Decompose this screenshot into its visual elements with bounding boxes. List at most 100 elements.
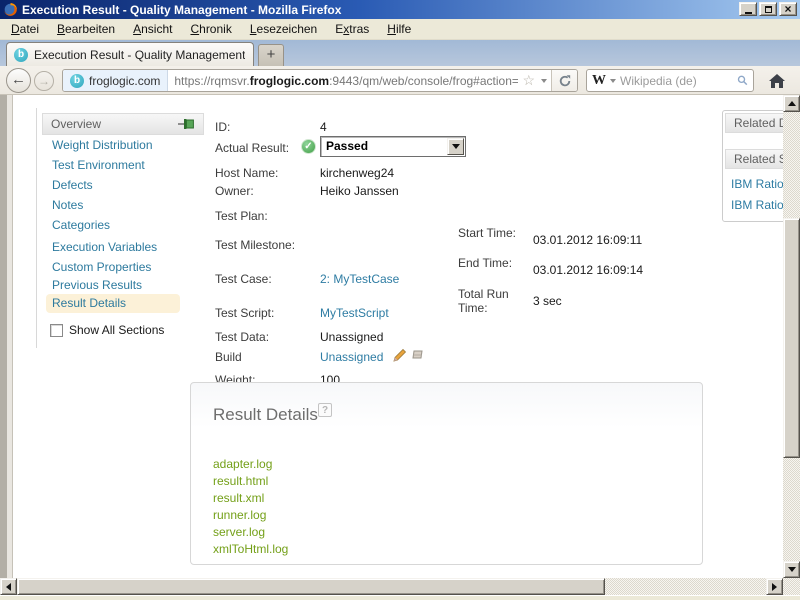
restore-icon (765, 6, 772, 13)
menu-hilfe[interactable]: Hilfe (378, 22, 420, 36)
file-link-runner-log[interactable]: runner.log (213, 507, 288, 524)
site-identity-box[interactable]: b froglogic.com (63, 70, 168, 91)
window-titlebar[interactable]: Execution Result - Quality Management - … (0, 0, 800, 19)
host-name-label: Host Name: (215, 166, 278, 180)
start-time-label: Start Time: (458, 226, 522, 240)
froglogic-favicon: b (14, 48, 28, 62)
menu-chronik[interactable]: Chronik (181, 22, 240, 36)
id-value: 4 (320, 120, 327, 134)
ibm-rational-link[interactable]: IBM Ratio (731, 177, 783, 191)
field-row-build: Build Unassigned (0, 350, 720, 368)
host-name-value: kirchenweg24 (320, 166, 394, 180)
field-row-test-data: Test Data: Unassigned (0, 330, 720, 348)
home-icon (768, 73, 786, 89)
ibm-rational-link[interactable]: IBM Ratio (731, 198, 783, 212)
search-engine-dropdown-icon[interactable] (610, 79, 616, 83)
page-content: Overview Weight Distribution Test Enviro… (0, 95, 783, 578)
test-milestone-label: Test Milestone: (215, 238, 295, 252)
home-button[interactable] (762, 68, 792, 93)
scroll-right-button[interactable] (766, 578, 783, 595)
arrow-right-icon (772, 583, 777, 591)
restore-button[interactable] (759, 2, 777, 16)
total-run-time-label: Total Run Time: (458, 287, 522, 315)
bookmark-dropdown-icon[interactable] (541, 79, 547, 83)
result-file-list: adapter.log result.html result.xml runne… (213, 456, 288, 558)
tab-strip: b Execution Result - Quality Management … (0, 40, 800, 66)
horizontal-scroll-thumb[interactable] (17, 578, 605, 595)
test-data-value: Unassigned (320, 330, 383, 344)
chevron-down-icon (452, 144, 460, 149)
menu-datei[interactable]: Datei (2, 22, 48, 36)
test-case-link[interactable]: 2: MyTestCase (320, 272, 399, 286)
actual-result-select[interactable]: Passed (320, 136, 466, 157)
wikipedia-engine-icon[interactable]: W (592, 73, 606, 89)
search-input[interactable] (620, 74, 737, 88)
reload-button[interactable] (551, 70, 577, 91)
close-button[interactable]: × (779, 2, 797, 16)
minimize-button[interactable] (739, 2, 757, 16)
back-button[interactable]: ← (6, 68, 31, 93)
related-panel: Related D Related S IBM Ratio IBM Ratio (722, 110, 783, 222)
tab-execution-result[interactable]: b Execution Result - Quality Management (6, 42, 254, 66)
file-link-xmltohtml-log[interactable]: xmlToHtml.log (213, 541, 288, 558)
field-row-host-name: Host Name: kirchenweg24 (0, 166, 720, 184)
test-data-label: Test Data: (215, 330, 269, 344)
help-icon[interactable]: ? (318, 403, 332, 417)
file-link-result-html[interactable]: result.html (213, 473, 288, 490)
identity-label: froglogic.com (89, 74, 160, 88)
test-case-label: Test Case: (215, 272, 272, 286)
test-script-link[interactable]: MyTestScript (320, 306, 389, 320)
build-label: Build (215, 350, 242, 364)
close-icon: × (784, 4, 791, 14)
arrow-left-icon (6, 583, 11, 591)
field-row-test-plan: Test Plan: (0, 209, 720, 227)
vertical-scroll-thumb[interactable] (783, 218, 800, 458)
menu-lesezeichen[interactable]: Lesezeichen (241, 22, 326, 36)
edit-pencil-icon[interactable] (392, 348, 407, 363)
minimize-icon (745, 12, 752, 14)
url-text[interactable]: https://rqmsvr.froglogic.com:9443/qm/web… (168, 74, 518, 88)
forward-button[interactable]: → (34, 71, 54, 91)
scroll-up-button[interactable] (783, 95, 800, 112)
scroll-left-button[interactable] (0, 578, 17, 595)
related-sites-header: Related S (725, 149, 783, 169)
owner-label: Owner: (215, 184, 254, 198)
menu-extras[interactable]: Extras (326, 22, 378, 36)
tab-title: Execution Result - Quality Management (34, 48, 245, 62)
erase-icon[interactable] (410, 348, 425, 361)
actual-result-value: Passed (326, 139, 368, 153)
result-details-title: Result Details (213, 405, 318, 425)
field-row-owner: Owner: Heiko Janssen (0, 184, 720, 202)
window-controls: × (739, 2, 797, 16)
url-bar[interactable]: b froglogic.com https://rqmsvr.froglogic… (62, 69, 578, 92)
search-magnifier-icon[interactable] (737, 73, 748, 88)
start-time-value: 03.01.2012 16:09:11 (533, 233, 642, 247)
navigation-toolbar: ← → b froglogic.com https://rqmsvr.frogl… (0, 66, 800, 95)
bookmark-star-icon[interactable]: ☆ (518, 72, 537, 89)
search-bar[interactable]: W (586, 69, 754, 92)
passed-check-icon: ✓ (301, 139, 316, 154)
menu-ansicht[interactable]: Ansicht (124, 22, 181, 36)
menu-bearbeiten[interactable]: Bearbeiten (48, 22, 124, 36)
file-link-adapter-log[interactable]: adapter.log (213, 456, 288, 473)
arrow-up-icon (788, 101, 796, 106)
id-label: ID: (215, 120, 230, 134)
arrow-down-icon (788, 567, 796, 572)
file-link-server-log[interactable]: server.log (213, 524, 288, 541)
scrollbar-corner (783, 578, 800, 595)
reload-icon (558, 74, 572, 88)
new-tab-button[interactable]: + (258, 44, 284, 66)
actual-result-label: Actual Result: (215, 141, 289, 155)
vertical-scrollbar[interactable] (783, 95, 800, 578)
test-plan-label: Test Plan: (215, 209, 268, 223)
owner-value: Heiko Janssen (320, 184, 399, 198)
firefox-icon (3, 2, 18, 17)
file-link-result-xml[interactable]: result.xml (213, 490, 288, 507)
horizontal-scrollbar[interactable] (0, 578, 783, 595)
related-defects-header: Related D (725, 113, 783, 133)
end-time-label: End Time: (458, 256, 522, 270)
scroll-down-button[interactable] (783, 561, 800, 578)
build-link[interactable]: Unassigned (320, 350, 383, 364)
window-title: Execution Result - Quality Management - … (22, 3, 341, 17)
select-dropdown-button[interactable] (447, 138, 464, 155)
